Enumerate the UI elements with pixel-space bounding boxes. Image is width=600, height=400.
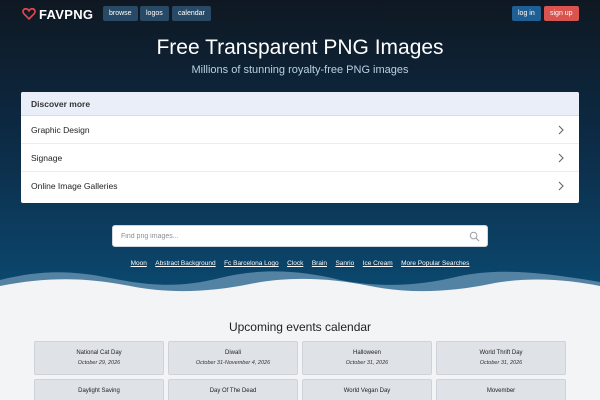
event-date: October 29, 2026 bbox=[77, 360, 121, 366]
chevron-right-icon bbox=[558, 125, 564, 135]
nav-calendar-link[interactable]: calendar bbox=[172, 6, 211, 21]
event-name: World Vegan Day bbox=[343, 388, 391, 394]
discover-panel: Discover more Graphic Design Signage Onl… bbox=[21, 92, 579, 203]
event-name: Diwali bbox=[224, 350, 241, 356]
event-card-national-cat-day[interactable]: National Cat Day October 29, 2026 bbox=[34, 341, 164, 375]
search-input[interactable] bbox=[121, 229, 451, 243]
signup-button[interactable]: sign up bbox=[544, 6, 579, 21]
event-card-world-thrift-day[interactable]: World Thrift Day October 31, 2026 bbox=[436, 341, 566, 375]
discover-item-graphic-design[interactable]: Graphic Design bbox=[21, 116, 579, 144]
event-date: October 31-November 4, 2026 bbox=[195, 360, 271, 366]
login-button[interactable]: log in bbox=[512, 6, 541, 21]
event-name: Day Of The Dead bbox=[209, 388, 257, 394]
event-card-daylight-saving[interactable]: Daylight Saving bbox=[34, 379, 164, 400]
event-card-diwali[interactable]: Diwali October 31-November 4, 2026 bbox=[168, 341, 298, 375]
discover-item-label: Signage bbox=[31, 153, 63, 163]
hero-subtitle: Millions of stunning royalty-free PNG im… bbox=[191, 64, 409, 76]
nav-logos-link[interactable]: logos bbox=[140, 6, 169, 21]
event-name: World Thrift Day bbox=[479, 350, 523, 356]
event-card-halloween[interactable]: Halloween October 31, 2026 bbox=[302, 341, 432, 375]
event-card-movember[interactable]: Movember bbox=[436, 379, 566, 400]
hero-title: Free Transparent PNG Images bbox=[156, 36, 444, 59]
event-card-world-vegan-day[interactable]: World Vegan Day bbox=[302, 379, 432, 400]
logo-text: FAVPNG bbox=[39, 6, 94, 22]
discover-item-label: Online Image Galleries bbox=[31, 181, 118, 191]
event-date: October 31, 2026 bbox=[345, 360, 389, 366]
chevron-right-icon bbox=[558, 153, 564, 163]
hero-banner: FAVPNG browse logos calendar log in sign… bbox=[0, 0, 600, 300]
heart-logo-icon bbox=[22, 7, 36, 21]
site-logo[interactable]: FAVPNG bbox=[22, 6, 93, 22]
event-card-day-of-the-dead[interactable]: Day Of The Dead bbox=[168, 379, 298, 400]
discover-item-online-image-galleries[interactable]: Online Image Galleries bbox=[21, 172, 579, 200]
discover-item-signage[interactable]: Signage bbox=[21, 144, 579, 172]
search-box bbox=[112, 225, 488, 247]
discover-item-label: Graphic Design bbox=[31, 125, 90, 135]
discover-header: Discover more bbox=[21, 92, 579, 116]
events-title: Upcoming events calendar bbox=[228, 320, 372, 334]
event-name: Daylight Saving bbox=[78, 388, 120, 394]
wave-divider bbox=[0, 271, 600, 300]
nav-browse-link[interactable]: browse bbox=[103, 6, 138, 21]
event-name: National Cat Day bbox=[76, 350, 122, 356]
event-name: Movember bbox=[486, 388, 516, 394]
search-icon[interactable] bbox=[469, 231, 480, 242]
top-nav: FAVPNG browse logos calendar log in sign… bbox=[0, 0, 600, 28]
event-date: October 31, 2026 bbox=[479, 360, 523, 366]
event-name: Halloween bbox=[352, 350, 382, 356]
chevron-right-icon bbox=[558, 181, 564, 191]
